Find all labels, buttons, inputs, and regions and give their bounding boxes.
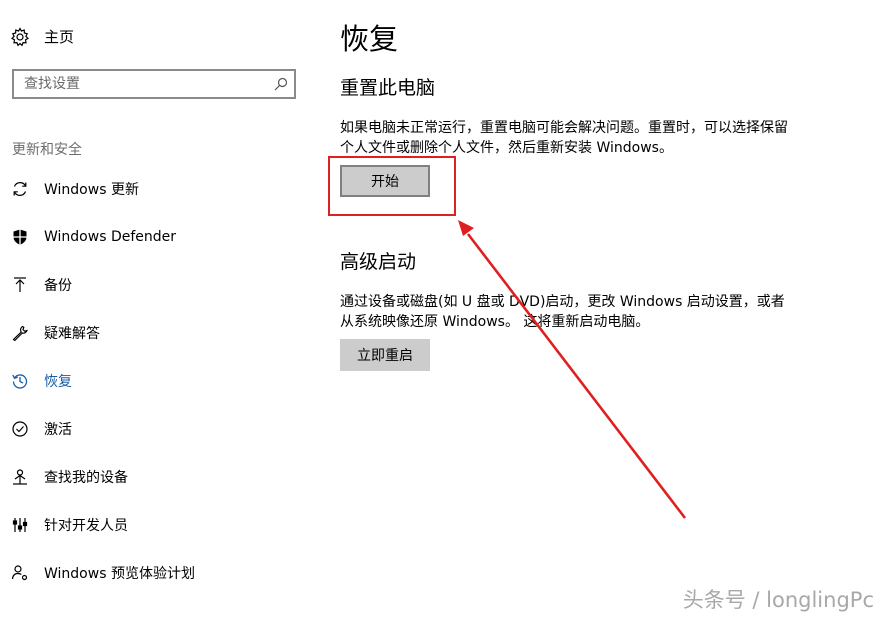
sidebar-item-for-developers[interactable]: 针对开发人员 (0, 505, 318, 545)
sidebar-item-label: 恢复 (44, 374, 72, 390)
reset-start-button[interactable]: 开始 (340, 165, 430, 197)
sidebar-item-label: 疑难解答 (44, 326, 100, 342)
search-box (12, 69, 296, 99)
gear-icon (10, 26, 30, 47)
shield-icon (10, 227, 30, 247)
sidebar-item-backup[interactable]: 备份 (0, 265, 318, 305)
sidebar-item-find-my-device[interactable]: 查找我的设备 (0, 457, 318, 497)
sidebar-item-label: 针对开发人员 (44, 518, 128, 534)
restart-now-button[interactable]: 立即重启 (340, 339, 430, 371)
sidebar-item-label: 查找我的设备 (44, 470, 128, 486)
person-locate-icon (10, 467, 30, 487)
advanced-startup-heading: 高级启动 (340, 251, 417, 273)
settings-sidebar: 主页 更新和安全 Windows 更新 (0, 0, 318, 620)
watermark-text: 头条号 / longlingPc (682, 588, 874, 612)
advanced-startup-description: 通过设备或磁盘(如 U 盘或 DVD)启动，更改 Windows 启动设置，或者… (340, 294, 785, 330)
page-title: 恢复 (340, 22, 399, 56)
upload-arrow-icon (10, 275, 30, 295)
home-nav-item[interactable]: 主页 (10, 26, 74, 47)
section-title: 更新和安全 (12, 142, 82, 158)
home-label: 主页 (44, 28, 75, 46)
wrench-icon (10, 323, 30, 343)
person-settings-icon (10, 563, 30, 583)
check-circle-icon (10, 419, 30, 439)
search-input[interactable] (14, 71, 268, 97)
developer-tools-icon (10, 515, 30, 535)
sidebar-item-label: 备份 (44, 278, 72, 294)
sidebar-item-label: 激活 (44, 422, 72, 438)
sidebar-item-label: Windows Defender (44, 229, 177, 245)
sidebar-item-label: Windows 更新 (44, 182, 139, 198)
refresh-icon (10, 179, 30, 199)
reset-pc-heading: 重置此电脑 (340, 77, 436, 99)
sidebar-item-activation[interactable]: 激活 (0, 409, 318, 449)
sidebar-item-recovery[interactable]: 恢复 (0, 361, 318, 401)
history-icon (10, 371, 30, 391)
search-icon[interactable] (268, 71, 294, 97)
sidebar-item-windows-defender[interactable]: Windows Defender (0, 217, 318, 257)
sidebar-item-troubleshoot[interactable]: 疑难解答 (0, 313, 318, 353)
reset-pc-description: 如果电脑未正常运行，重置电脑可能会解决问题。重置时，可以选择保留个人文件或删除个… (340, 120, 788, 156)
sidebar-item-windows-update[interactable]: Windows 更新 (0, 169, 318, 209)
sidebar-item-label: Windows 预览体验计划 (44, 566, 195, 582)
sidebar-item-windows-insider[interactable]: Windows 预览体验计划 (0, 553, 318, 593)
